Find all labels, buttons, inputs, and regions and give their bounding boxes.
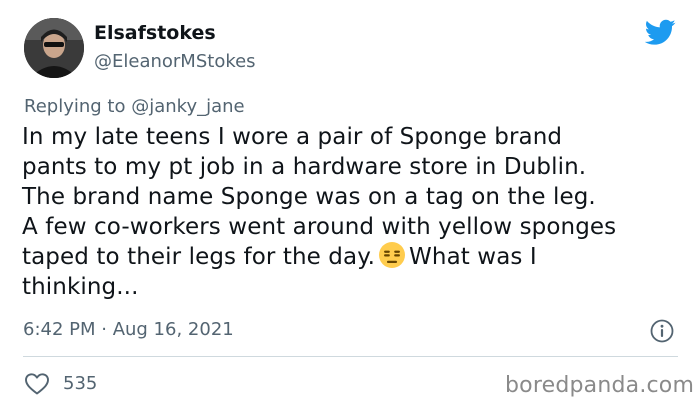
- tweet-text-line: thinking...: [22, 274, 139, 300]
- reply-mention-link[interactable]: @janky_jane: [131, 96, 244, 117]
- heart-icon[interactable]: [24, 372, 50, 396]
- reply-context: Replying to @janky_jane: [24, 96, 245, 117]
- tweet-text-segment: taped to their legs for the day.: [22, 244, 376, 270]
- author-display-name[interactable]: Elsafstokes: [94, 22, 216, 44]
- watermark: boredpanda.com: [505, 373, 695, 398]
- divider: [23, 356, 678, 357]
- tweet-card: Elsafstokes @EleanorMStokes Replying to …: [0, 0, 700, 411]
- tweet-text: In my late teens I wore a pair of Sponge…: [22, 122, 692, 302]
- expressionless-face-emoji-icon: [379, 242, 406, 268]
- tweet-text-line-with-emoji: taped to their legs for the day. What wa…: [22, 242, 692, 272]
- author-handle[interactable]: @EleanorMStokes: [94, 51, 256, 72]
- tweet-text-line: In my late teens I wore a pair of Sponge…: [22, 124, 563, 150]
- tweet-text-line: The brand name Sponge was on a tag on th…: [22, 184, 596, 210]
- like-count: 535: [63, 373, 98, 394]
- tweet-text-segment: What was I: [409, 244, 537, 270]
- avatar[interactable]: [24, 18, 84, 78]
- twitter-bird-icon[interactable]: [645, 19, 676, 46]
- info-icon[interactable]: [650, 319, 674, 343]
- reply-prefix: Replying to: [24, 96, 126, 117]
- tweet-text-line: pants to my pt job in a hardware store i…: [22, 154, 587, 180]
- tweet-text-line: A few co-workers went around with yellow…: [22, 214, 617, 240]
- tweet-timestamp[interactable]: 6:42 PM · Aug 16, 2021: [23, 319, 234, 340]
- avatar-image: [24, 18, 84, 78]
